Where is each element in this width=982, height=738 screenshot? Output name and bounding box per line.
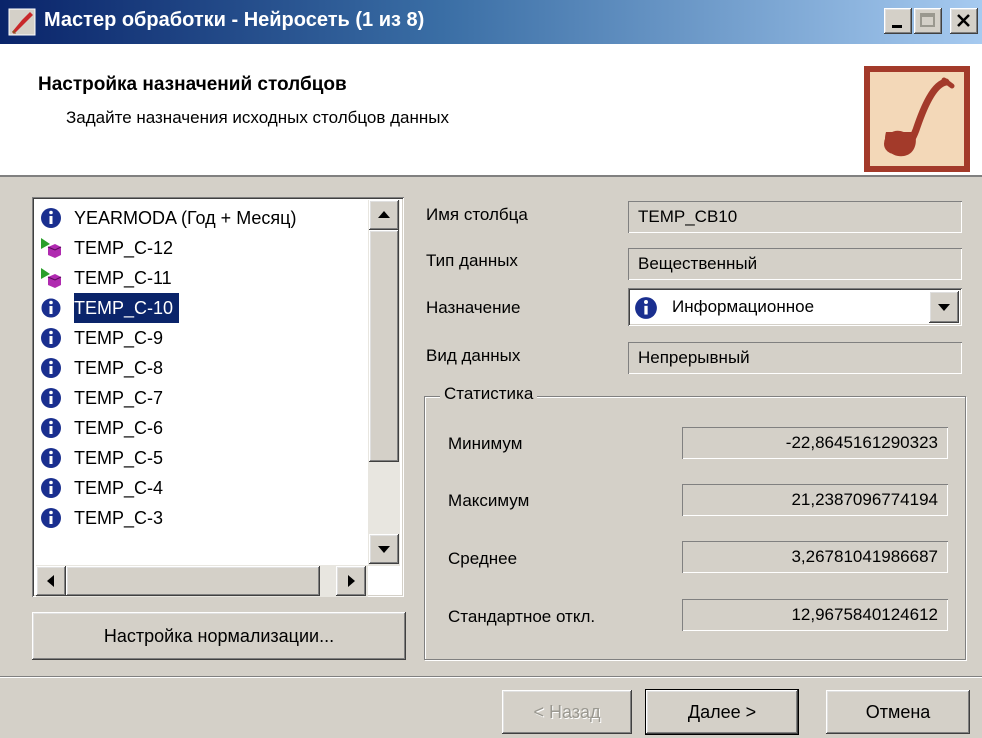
info-icon bbox=[41, 418, 61, 438]
arrow-right-icon bbox=[348, 575, 355, 587]
info-icon bbox=[41, 448, 61, 468]
list-item-label: TEMP_C-4 bbox=[74, 478, 164, 498]
footer-divider bbox=[0, 676, 982, 678]
list-item[interactable]: TEMP_C-5 bbox=[38, 443, 372, 473]
next-button[interactable]: Далее > bbox=[645, 689, 799, 735]
back-button[interactable]: < Назад bbox=[502, 690, 632, 734]
input-cube-icon bbox=[41, 238, 62, 258]
list-item-selected[interactable]: TEMP_C-10 bbox=[38, 293, 372, 323]
list-item[interactable]: TEMP_C-8 bbox=[38, 353, 372, 383]
list-item[interactable]: TEMP_C-6 bbox=[38, 413, 372, 443]
min-value: -22,8645161290323 bbox=[682, 427, 948, 459]
arrow-up-icon bbox=[378, 211, 390, 218]
data-kind-field: Непрерывный bbox=[628, 342, 962, 374]
data-type-label: Тип данных bbox=[426, 251, 518, 270]
arrow-left-icon bbox=[47, 575, 54, 587]
max-label: Максимум bbox=[448, 491, 530, 510]
horizontal-scrollbar[interactable] bbox=[36, 565, 368, 597]
list-item[interactable]: TEMP_C-3 bbox=[38, 503, 372, 533]
min-label: Минимум bbox=[448, 434, 523, 453]
column-name-field: TEMP_CB10 bbox=[628, 201, 962, 233]
max-value: 21,2387096774194 bbox=[682, 484, 948, 516]
wizard-header: Настройка назначений столбцов Задайте на… bbox=[0, 44, 982, 177]
list-item-label: TEMP_C-11 bbox=[74, 268, 172, 288]
statistics-title: Статистика bbox=[440, 384, 538, 404]
vertical-scrollbar[interactable] bbox=[368, 200, 400, 566]
close-button[interactable] bbox=[950, 8, 978, 34]
header-title: Настройка назначений столбцов bbox=[38, 74, 347, 95]
chevron-down-icon bbox=[938, 304, 950, 311]
std-label: Стандартное откл. bbox=[448, 607, 596, 626]
info-icon bbox=[41, 478, 61, 498]
dropdown-button[interactable] bbox=[929, 291, 959, 323]
input-cube-icon bbox=[41, 268, 62, 288]
wizard-window: Мастер обработки - Нейросеть (1 из 8) На… bbox=[0, 0, 982, 738]
scroll-down-button[interactable] bbox=[369, 534, 399, 564]
info-icon bbox=[41, 358, 61, 378]
list-item[interactable]: TEMP_C-9 bbox=[38, 323, 372, 353]
info-icon bbox=[41, 508, 61, 528]
info-icon bbox=[41, 328, 61, 348]
columns-list-items: YEARMODA (Год + Месяц) TEMP_C-12 TEMP_C-… bbox=[36, 201, 372, 561]
cancel-button[interactable]: Отмена bbox=[826, 690, 970, 734]
list-item-label: TEMP_C-3 bbox=[74, 508, 164, 528]
scroll-thumb[interactable] bbox=[369, 230, 399, 462]
list-item[interactable]: TEMP_C-7 bbox=[38, 383, 372, 413]
list-item-label: TEMP_C-12 bbox=[74, 238, 174, 258]
list-item-label: TEMP_C-9 bbox=[74, 328, 164, 348]
list-item-label: TEMP_C-10 bbox=[74, 293, 180, 323]
list-item-label: TEMP_C-6 bbox=[74, 418, 164, 438]
info-icon bbox=[41, 388, 61, 408]
info-icon bbox=[40, 297, 62, 319]
minimize-button[interactable] bbox=[884, 8, 912, 34]
header-subtitle: Задайте назначения исходных столбцов дан… bbox=[66, 108, 449, 127]
title-bar[interactable]: Мастер обработки - Нейросеть (1 из 8) bbox=[0, 0, 982, 44]
normalization-settings-button[interactable]: Настройка нормализации... bbox=[32, 612, 406, 660]
info-icon bbox=[635, 297, 657, 319]
scroll-left-button[interactable] bbox=[36, 566, 66, 596]
data-type-field: Вещественный bbox=[628, 248, 962, 280]
list-item[interactable]: TEMP_C-12 bbox=[38, 233, 372, 263]
list-item-label: YEARMODA (Год + Месяц) bbox=[74, 208, 297, 228]
data-kind-label: Вид данных bbox=[426, 346, 521, 365]
scroll-up-button[interactable] bbox=[369, 200, 399, 230]
app-icon bbox=[8, 8, 36, 36]
info-icon bbox=[41, 208, 61, 228]
maximize-button[interactable] bbox=[914, 8, 942, 34]
scroll-thumb[interactable] bbox=[66, 566, 320, 596]
purpose-select[interactable]: Информационное bbox=[628, 288, 962, 326]
columns-list[interactable]: YEARMODA (Год + Месяц) TEMP_C-12 TEMP_C-… bbox=[32, 197, 404, 597]
purpose-label: Назначение bbox=[426, 298, 521, 317]
mean-label: Среднее bbox=[448, 549, 518, 568]
scroll-right-button[interactable] bbox=[336, 566, 366, 596]
list-item-label: TEMP_C-7 bbox=[74, 388, 164, 408]
arrow-down-icon bbox=[378, 546, 390, 553]
std-value: 12,9675840124612 bbox=[682, 599, 948, 631]
pipe-logo-icon bbox=[864, 66, 970, 172]
list-item-label: TEMP_C-5 bbox=[74, 448, 164, 468]
list-item-label: TEMP_C-8 bbox=[74, 358, 164, 378]
column-name-label: Имя столбца bbox=[426, 205, 528, 224]
list-item[interactable]: TEMP_C-4 bbox=[38, 473, 372, 503]
list-item[interactable]: YEARMODA (Год + Месяц) bbox=[38, 203, 372, 233]
purpose-value: Информационное bbox=[672, 297, 815, 316]
list-item[interactable]: TEMP_C-11 bbox=[38, 263, 372, 293]
window-title: Мастер обработки - Нейросеть (1 из 8) bbox=[44, 9, 425, 31]
mean-value: 3,26781041986687 bbox=[682, 541, 948, 573]
